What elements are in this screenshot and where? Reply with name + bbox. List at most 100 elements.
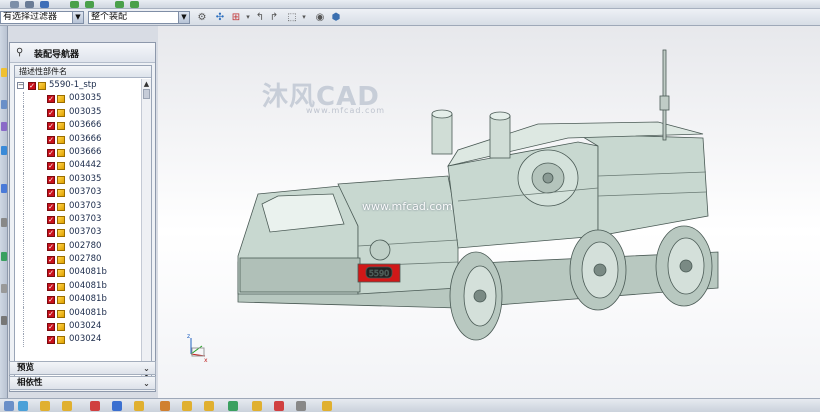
checkbox-icon[interactable]: ✓ [47,189,55,198]
tree-item[interactable]: ✓ 002780 [15,253,141,268]
assembly-tool-icon-7[interactable] [134,401,144,411]
scope-select[interactable]: 整个装配 ▼ [88,11,190,24]
tree-item[interactable]: ✓ 004442 [15,159,141,174]
resource-icon-1[interactable] [1,68,7,77]
toolbar-icon-2[interactable] [25,1,34,8]
chevron-down-icon[interactable]: ▼ [72,12,83,23]
tree-item[interactable]: ✓ 003035 [15,105,141,120]
toolbar-icon-5[interactable] [85,1,94,8]
point-snap-icon[interactable]: ✣ [214,12,226,23]
tree-item[interactable]: ✓ 003024 [15,320,141,335]
tree-item[interactable]: ✓ 003703 [15,212,141,227]
view-eye-icon[interactable]: ◉ [314,12,326,23]
tree-item[interactable]: ✓ 004081b [15,293,141,308]
graphics-viewport[interactable]: 沐风CAD www.mfcad.com 5590 z x www.mfcad.c… [158,26,820,398]
resource-icon-9[interactable] [1,316,7,325]
resource-icon-8[interactable] [1,284,7,293]
tree-item[interactable]: ✓ 003024 [15,333,141,348]
box-select-icon[interactable]: ⬚ [286,12,298,23]
tree-item[interactable]: ✓ 003666 [15,119,141,134]
type-filter-select[interactable]: 有选择过滤器 ▼ [0,11,84,24]
pin-icon[interactable]: ⚲ [16,47,23,58]
dependency-section[interactable]: 相依性 ⌄ [9,376,156,390]
toolbar-icon-4[interactable] [70,1,79,8]
assembly-tool-icon-6[interactable] [112,401,122,411]
dropdown-small-icon[interactable]: ▾ [242,12,254,23]
checkbox-icon[interactable]: ✓ [47,108,55,117]
checkbox-icon[interactable]: ✓ [47,95,55,104]
snap-gear-icon[interactable]: ⚙ [196,12,208,23]
checkbox-icon[interactable]: ✓ [47,309,55,318]
checkbox-icon[interactable]: ✓ [47,215,55,224]
checkbox-icon[interactable]: ✓ [28,82,36,90]
column-header[interactable]: 描述性部件名 [15,66,151,78]
checkbox-icon[interactable]: ✓ [47,256,55,265]
tree-root[interactable]: − ✓ 5590-1_stp [15,79,141,92]
tree-item[interactable]: ✓ 003035 [15,172,141,187]
chevron-down-icon[interactable]: ⌄ [141,378,152,389]
tree-item[interactable]: ✓ 004081b [15,266,141,281]
tree-item[interactable]: ✓ 004081b [15,306,141,321]
cursor-arrow-icon[interactable]: ↰ [254,12,266,23]
toolbar-icon-1[interactable] [10,1,19,8]
assembly-tool-icon-2[interactable] [18,401,28,411]
cursor-arrow-2-icon[interactable]: ↱ [268,12,280,23]
exhaust-stack-2 [489,115,511,159]
tree-item[interactable]: ✓ 003666 [15,145,141,160]
assembly-tool-icon-14[interactable] [296,401,306,411]
assembly-tool-icon-12[interactable] [252,401,262,411]
part-label: 003703 [69,227,102,238]
resource-icon-6[interactable] [1,218,7,227]
part-label: 003703 [69,187,102,198]
resource-icon-7[interactable] [1,252,7,261]
tree-item[interactable]: ✓ 003703 [15,199,141,214]
checkbox-icon[interactable]: ✓ [47,269,55,278]
tree-item[interactable]: ✓ 003666 [15,132,141,147]
vertical-scrollbar[interactable]: ▲ ▼ [141,79,151,380]
tree-item[interactable]: ✓ 003035 [15,92,141,107]
snap-options-icon[interactable]: ⊞ [230,12,242,23]
checkbox-icon[interactable]: ✓ [47,336,55,345]
tree-item[interactable]: ✓ 004081b [15,279,141,294]
assembly-tool-icon-8[interactable] [160,401,170,411]
assembly-tool-icon-5[interactable] [90,401,100,411]
resource-icon-4[interactable] [1,146,7,155]
checkbox-icon[interactable]: ✓ [47,282,55,291]
checkbox-icon[interactable]: ✓ [47,202,55,211]
checkbox-icon[interactable]: ✓ [47,148,55,157]
preview-section[interactable]: 预览 ⌄ [9,361,156,375]
checkbox-icon[interactable]: ✓ [47,323,55,332]
assembly-tool-icon-1[interactable] [4,401,14,411]
toolbar-icon-6[interactable] [115,1,124,8]
checkbox-icon[interactable]: ✓ [47,229,55,238]
resource-icon-3[interactable] [1,122,7,131]
tree-item[interactable]: ✓ 003703 [15,226,141,241]
checkbox-icon[interactable]: ✓ [47,122,55,131]
tree-item[interactable]: ✓ 003703 [15,186,141,201]
resource-icon-2[interactable] [1,100,7,109]
assembly-tool-icon-9[interactable] [182,401,192,411]
checkbox-icon[interactable]: ✓ [47,135,55,144]
scroll-thumb[interactable] [143,89,150,99]
checkbox-icon[interactable]: ✓ [47,296,55,305]
checkbox-icon[interactable]: ✓ [47,162,55,171]
collapse-icon[interactable]: − [17,82,24,89]
assembly-tool-icon-15[interactable] [322,401,332,411]
chevron-down-icon[interactable]: ⌄ [141,363,152,374]
resource-icon-5[interactable] [1,184,7,193]
dropdown-small-2-icon[interactable]: ▾ [298,12,310,23]
toolbar-icon-7[interactable] [130,1,139,8]
chevron-down-icon[interactable]: ▼ [178,12,189,23]
assembly-tool-icon-3[interactable] [40,401,50,411]
cube-view-icon[interactable]: ⬢ [330,12,342,23]
toolbar-icon-3[interactable] [40,1,49,8]
scroll-up-icon[interactable]: ▲ [142,79,151,89]
assembly-tool-icon-10[interactable] [204,401,214,411]
checkbox-icon[interactable]: ✓ [47,242,55,251]
assembly-tool-icon-4[interactable] [62,401,72,411]
assembly-tool-icon-13[interactable] [274,401,284,411]
assembly-tool-icon-11[interactable] [228,401,238,411]
navigator-title: 装配导航器 [34,50,80,60]
tree-item[interactable]: ✓ 002780 [15,239,141,254]
checkbox-icon[interactable]: ✓ [47,175,55,184]
